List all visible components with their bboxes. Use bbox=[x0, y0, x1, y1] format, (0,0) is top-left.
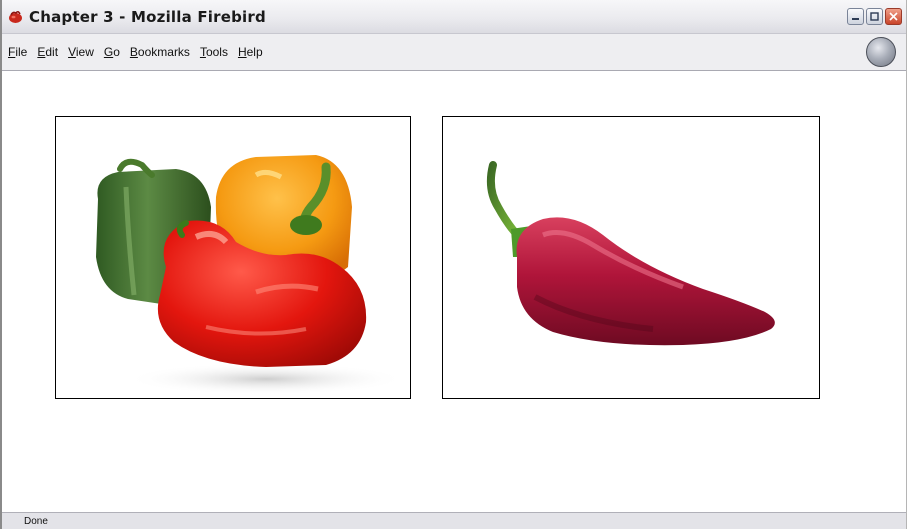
minimize-button[interactable] bbox=[847, 8, 864, 25]
menu-file[interactable]: File bbox=[8, 45, 27, 59]
menu-bookmarks[interactable]: Bookmarks bbox=[130, 45, 190, 59]
menu-help[interactable]: Help bbox=[238, 45, 263, 59]
minimize-icon bbox=[852, 18, 859, 20]
menu-tools[interactable]: Tools bbox=[200, 45, 228, 59]
chili-pepper-image bbox=[442, 116, 820, 399]
browser-window: Chapter 3 - Mozilla Firebird File Edit V… bbox=[0, 0, 907, 529]
maximize-button[interactable] bbox=[866, 8, 883, 25]
throbber-icon bbox=[866, 37, 896, 67]
title-bar[interactable]: Chapter 3 - Mozilla Firebird bbox=[2, 0, 906, 34]
maximize-icon bbox=[870, 12, 879, 21]
close-icon bbox=[889, 12, 898, 21]
close-button[interactable] bbox=[885, 8, 902, 25]
status-bar: Done bbox=[2, 512, 906, 529]
firebird-icon bbox=[8, 9, 24, 25]
menu-view[interactable]: View bbox=[68, 45, 94, 59]
menu-edit[interactable]: Edit bbox=[37, 45, 58, 59]
window-title: Chapter 3 - Mozilla Firebird bbox=[29, 7, 266, 26]
window-controls bbox=[847, 8, 902, 25]
menu-bar: File Edit View Go Bookmarks Tools Help bbox=[2, 34, 906, 71]
status-text: Done bbox=[24, 515, 48, 527]
bell-peppers-image bbox=[55, 116, 411, 399]
menu-go[interactable]: Go bbox=[104, 45, 120, 59]
page-content bbox=[2, 71, 906, 511]
